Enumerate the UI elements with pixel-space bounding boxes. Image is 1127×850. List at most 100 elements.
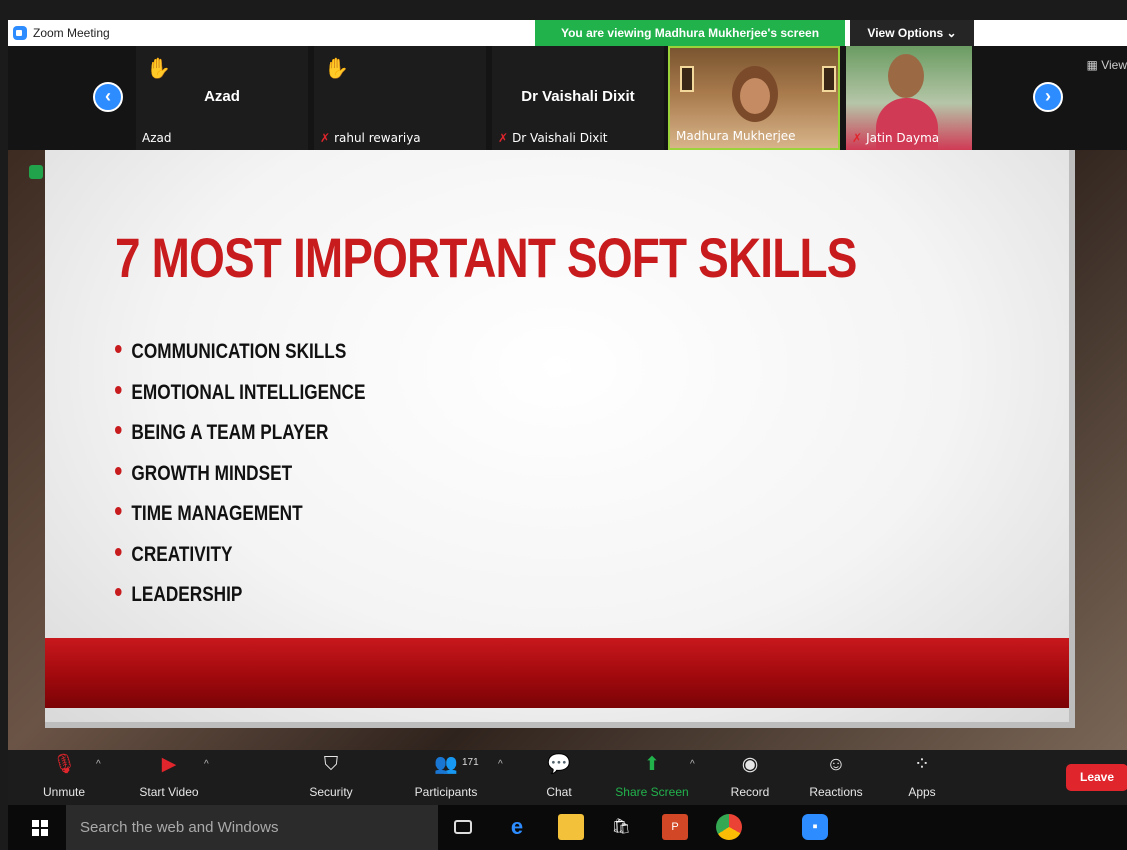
raised-hand-icon: ✋ — [146, 58, 171, 80]
participant-tile-madhura[interactable]: Madhura Mukherjee — [668, 46, 840, 150]
lamp-decoration — [680, 66, 694, 92]
chat-button[interactable]: 💬 Chat — [536, 750, 582, 805]
record-label: Record — [730, 785, 770, 799]
unmute-label: Unmute — [42, 785, 86, 799]
apps-icon: ⁘ — [914, 754, 930, 775]
bullet-icon — [115, 507, 122, 516]
audio-options-chevron-icon[interactable]: ^ — [96, 759, 101, 770]
video-options-chevron-icon[interactable]: ^ — [204, 759, 209, 770]
bullet-icon — [115, 466, 122, 475]
security-button[interactable]: ⛉ Security — [302, 750, 360, 805]
skill-item: LEADERSHIP — [115, 583, 365, 624]
muted-mic-icon: ✗ — [852, 131, 863, 145]
title-bar: Zoom Meeting You are viewing Madhura Muk… — [8, 20, 1127, 46]
participant-tile-azad[interactable]: ✋ Azad Azad — [136, 46, 308, 150]
unmute-button[interactable]: 🎙 Unmute — [36, 750, 92, 805]
previous-page-icon[interactable]: ‹ — [93, 82, 123, 112]
participants-options-chevron-icon[interactable]: ^ — [498, 759, 503, 770]
reactions-icon: ☺ — [826, 754, 846, 775]
skill-text: CREATIVITY — [131, 542, 233, 566]
share-options-chevron-icon[interactable]: ^ — [690, 759, 695, 770]
participant-video — [888, 54, 924, 98]
powerpoint-icon[interactable]: P — [662, 814, 688, 840]
participant-display-name: Azad — [204, 88, 240, 105]
windows-taskbar: Search the web and Windows e 🛍 P ▪ — [8, 805, 1127, 850]
viewing-banner: You are viewing Madhura Mukherjee's scre… — [535, 20, 845, 46]
participants-label: Participants — [414, 785, 478, 799]
reactions-label: Reactions — [809, 785, 863, 799]
chrome-icon[interactable] — [716, 814, 742, 840]
bullet-icon — [115, 547, 122, 556]
participant-label: Azad — [142, 131, 171, 145]
shield-icon: ⛉ — [323, 754, 339, 775]
skill-text: COMMUNICATION SKILLS — [131, 340, 347, 363]
bullet-icon — [115, 588, 122, 597]
lamp-decoration — [822, 66, 836, 92]
chat-icon: 💬 — [547, 754, 571, 775]
raised-hand-icon: ✋ — [324, 58, 349, 80]
participant-label: ✗ Dr Vaishali Dixit — [498, 131, 607, 145]
participant-tile-rahul[interactable]: ✋ ✗ rahul rewariya — [314, 46, 486, 150]
security-label: Security — [309, 785, 353, 799]
task-view-icon[interactable] — [454, 820, 472, 834]
zoom-window: Zoom Meeting You are viewing Madhura Muk… — [0, 0, 1127, 850]
share-screen-label: Share Screen — [615, 785, 689, 799]
start-video-label: Start Video — [139, 785, 199, 799]
participant-label: ✗ Jatin Dayma — [852, 131, 939, 145]
participant-label: Madhura Mukherjee — [676, 129, 796, 143]
reactions-button[interactable]: ☺ Reactions — [804, 750, 868, 805]
record-icon: ◉ — [741, 754, 759, 775]
participant-label-text: Dr Vaishali Dixit — [512, 131, 608, 145]
participant-strip: ‹ ✋ Azad Azad ✋ ✗ rahul rewariya Dr Vaish… — [8, 46, 1127, 150]
file-explorer-icon[interactable] — [558, 814, 584, 840]
participant-display-name: Dr Vaishali Dixit — [521, 88, 635, 105]
participant-tile-vaishali[interactable]: Dr Vaishali Dixit ✗ Dr Vaishali Dixit — [492, 46, 664, 150]
skill-text: GROWTH MINDSET — [131, 461, 293, 485]
slide-title: 7 MOST IMPORTANT SOFT SKILLS — [115, 226, 857, 289]
bullet-icon — [115, 385, 122, 394]
skill-text: EMOTIONAL INTELLIGENCE — [131, 380, 366, 404]
skill-text: TIME MANAGEMENT — [131, 502, 303, 525]
skill-item: EMOTIONAL INTELLIGENCE — [115, 381, 365, 422]
apps-button[interactable]: ⁘ Apps — [900, 750, 944, 805]
skill-item: TIME MANAGEMENT — [115, 502, 365, 543]
view-options-button[interactable]: View Options ⌄ — [850, 20, 974, 46]
skill-item: GROWTH MINDSET — [115, 462, 365, 503]
muted-mic-icon: 🎙 — [51, 754, 77, 775]
shared-screen: 7 MOST IMPORTANT SOFT SKILLS COMMUNICATI… — [8, 150, 1127, 750]
zoom-taskbar-icon[interactable]: ▪ — [802, 814, 828, 840]
skill-text: LEADERSHIP — [131, 583, 243, 606]
view-button-label: View — [1101, 58, 1127, 72]
leave-button[interactable]: Leave — [1066, 764, 1127, 791]
skills-list: COMMUNICATION SKILLS EMOTIONAL INTELLIGE… — [115, 340, 420, 624]
skill-item: CREATIVITY — [115, 543, 365, 584]
apps-label: Apps — [908, 785, 936, 799]
participant-face — [740, 78, 770, 114]
edge-browser-icon[interactable]: e — [504, 814, 530, 840]
share-screen-icon: ⬆ — [644, 754, 660, 775]
participant-label-text: rahul rewariya — [334, 131, 421, 145]
encryption-shield-icon[interactable] — [29, 165, 43, 179]
participants-count: 171 — [462, 757, 479, 768]
zoom-logo-icon — [13, 26, 27, 40]
next-page-icon[interactable]: › — [1033, 82, 1063, 112]
meeting-toolbar: 🎙 Unmute ^ ▶ Start Video ^ ⛉ Security 👥 … — [8, 750, 1127, 805]
participant-label-text: Azad — [142, 131, 172, 145]
share-screen-button[interactable]: ⬆ Share Screen — [610, 750, 694, 805]
chat-label: Chat — [546, 785, 572, 799]
participant-label-text: Madhura Mukherjee — [676, 129, 796, 143]
video-off-icon: ▶ — [161, 754, 177, 775]
store-icon[interactable]: 🛍 — [608, 814, 634, 840]
skill-item: COMMUNICATION SKILLS — [115, 340, 365, 381]
record-button[interactable]: ◉ Record — [724, 750, 776, 805]
skill-item: BEING A TEAM PLAYER — [115, 421, 365, 462]
windows-start-icon[interactable] — [32, 820, 48, 836]
start-video-button[interactable]: ▶ Start Video — [128, 750, 210, 805]
bullet-icon — [115, 345, 122, 354]
taskbar-search-input[interactable]: Search the web and Windows — [66, 805, 438, 850]
bullet-icon — [115, 426, 122, 435]
skill-text: BEING A TEAM PLAYER — [131, 421, 329, 444]
participant-tile-jatin[interactable]: ✗ Jatin Dayma — [846, 46, 972, 150]
view-button[interactable]: ▦ View — [1087, 58, 1127, 72]
muted-mic-icon: ✗ — [320, 131, 331, 145]
